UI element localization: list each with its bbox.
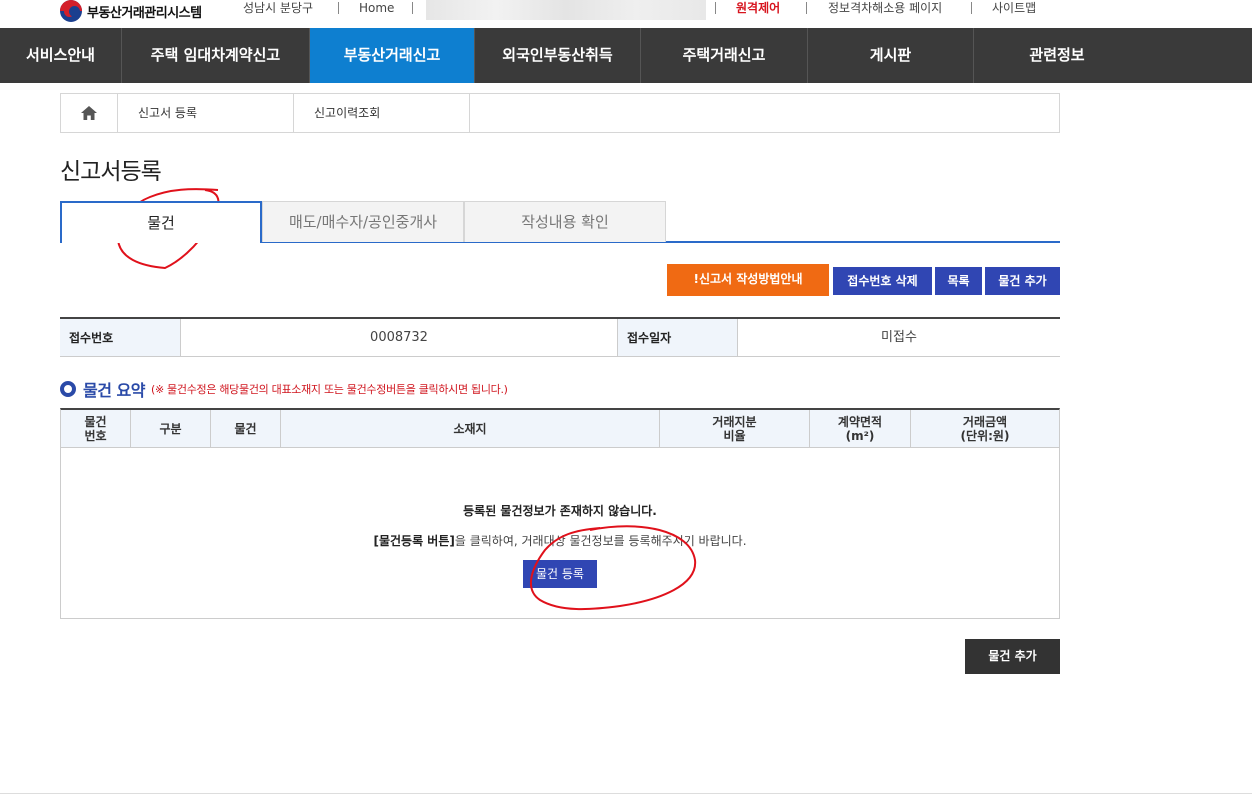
col-share-ratio: 거래지분 비율: [660, 410, 810, 447]
home-link[interactable]: Home: [359, 0, 394, 18]
empty-desc-rest: 을 클릭하여, 거래대상 물건정보를 등록해주시기 바랍니다.: [454, 534, 747, 548]
receipt-no-label: 접수번호: [60, 319, 180, 356]
add-item-button-top[interactable]: 물건 추가: [985, 267, 1060, 295]
top-utility-bar: 부동산거래관리시스템 성남시 분당구 Home 원격제어 정보격차해소용 페이지…: [0, 0, 1252, 28]
receipt-info-table: 접수번호 0008732 접수일자 미접수: [60, 317, 1060, 357]
col-category: 구분: [131, 410, 211, 447]
home-icon: [81, 106, 97, 120]
divider: [971, 2, 972, 14]
guide-button[interactable]: !신고서 작성방법안내: [667, 264, 829, 296]
nav-realestate-report[interactable]: 부동산거래신고: [310, 28, 475, 83]
sitemap-link[interactable]: 사이트맵: [992, 0, 1036, 18]
register-item-button[interactable]: 물건 등록: [523, 560, 597, 588]
col-amount: 거래금액 (단위:원): [960, 414, 1010, 443]
government-emblem-icon: [60, 0, 82, 22]
receipt-date-label: 접수일자: [618, 319, 737, 356]
empty-title: 등록된 물건정보가 존재하지 않습니다.: [463, 504, 657, 518]
remote-control-link[interactable]: 원격제어: [736, 0, 780, 18]
circle-bullet-icon: [60, 381, 76, 397]
summary-title: 물건 요약: [83, 381, 145, 400]
main-navigation: 서비스안내 주택 임대차계약신고 부동산거래신고 외국인부동산취득 주택거래신고…: [0, 28, 1252, 83]
logo-text: 부동산거래관리시스템: [87, 5, 202, 21]
nav-board[interactable]: 게시판: [808, 28, 974, 83]
table-header: 물건 번호 구분 물건 소재지 거래지분 비율 계약면적 (m²) 거래금액 (단위:원…: [61, 410, 1059, 448]
col-location: 소재지: [281, 410, 660, 447]
list-button[interactable]: 목록: [935, 267, 982, 295]
nav-service-info[interactable]: 서비스안내: [0, 28, 122, 83]
summary-note: (※ 물건수정은 해당물건의 대표소재지 또는 물건수정버튼을 클릭하시면 됩니…: [150, 383, 508, 396]
receipt-no-value: 0008732: [180, 319, 618, 356]
divider: [412, 2, 413, 14]
nav-foreigner-acquisition[interactable]: 외국인부동산취득: [475, 28, 641, 83]
empty-description: [물건등록 버튼]을 클릭하여, 거래대상 물건정보를 등록해주시기 바랍니다.: [61, 532, 1059, 549]
col-item: 물건: [211, 410, 281, 447]
step-tabs: 물건 매도/매수자/공인중개사 작성내용 확인: [60, 201, 1060, 243]
divider: [338, 2, 339, 14]
summary-header: 물건 요약 (※ 물건수정은 해당물건의 대표소재지 또는 물건수정버튼을 클릭…: [60, 378, 508, 400]
sub-navigation: 신고서 등록 신고이력조회: [60, 93, 1060, 133]
receipt-date-value: 미접수: [737, 319, 1060, 356]
item-summary-table: 물건 번호 구분 물건 소재지 거래지분 비율 계약면적 (m²) 거래금액 (단위:원…: [60, 408, 1060, 619]
nav-related-info[interactable]: 관련정보: [974, 28, 1140, 83]
divider: [806, 2, 807, 14]
delete-receipt-button[interactable]: 접수번호 삭제: [833, 267, 932, 295]
nav-housing-report[interactable]: 주택거래신고: [641, 28, 808, 83]
region-label: 성남시 분당구: [243, 1, 314, 15]
page-title: 신고서등록: [60, 159, 162, 185]
tab-confirm[interactable]: 작성내용 확인: [464, 201, 666, 242]
col-contract-area: 계약면적 (m²): [810, 410, 911, 447]
tab-parties[interactable]: 매도/매수자/공인중개사: [262, 201, 464, 242]
blurred-user-info: [426, 0, 706, 20]
add-item-button-bottom[interactable]: 물건 추가: [965, 639, 1060, 674]
subnav-report-history[interactable]: 신고이력조회: [294, 94, 470, 132]
home-button[interactable]: [61, 94, 118, 132]
divider: [715, 2, 716, 14]
tab-item[interactable]: 물건: [60, 201, 262, 243]
info-gap-page-link[interactable]: 정보격차해소용 페이지: [828, 0, 942, 18]
col-item-no: 물건 번호: [61, 410, 131, 447]
nav-lease-report[interactable]: 주택 임대차계약신고: [122, 28, 310, 83]
empty-desc-bold: [물건등록 버튼]: [373, 534, 455, 548]
subnav-report-register[interactable]: 신고서 등록: [118, 94, 294, 132]
site-logo[interactable]: 부동산거래관리시스템: [60, 0, 202, 22]
